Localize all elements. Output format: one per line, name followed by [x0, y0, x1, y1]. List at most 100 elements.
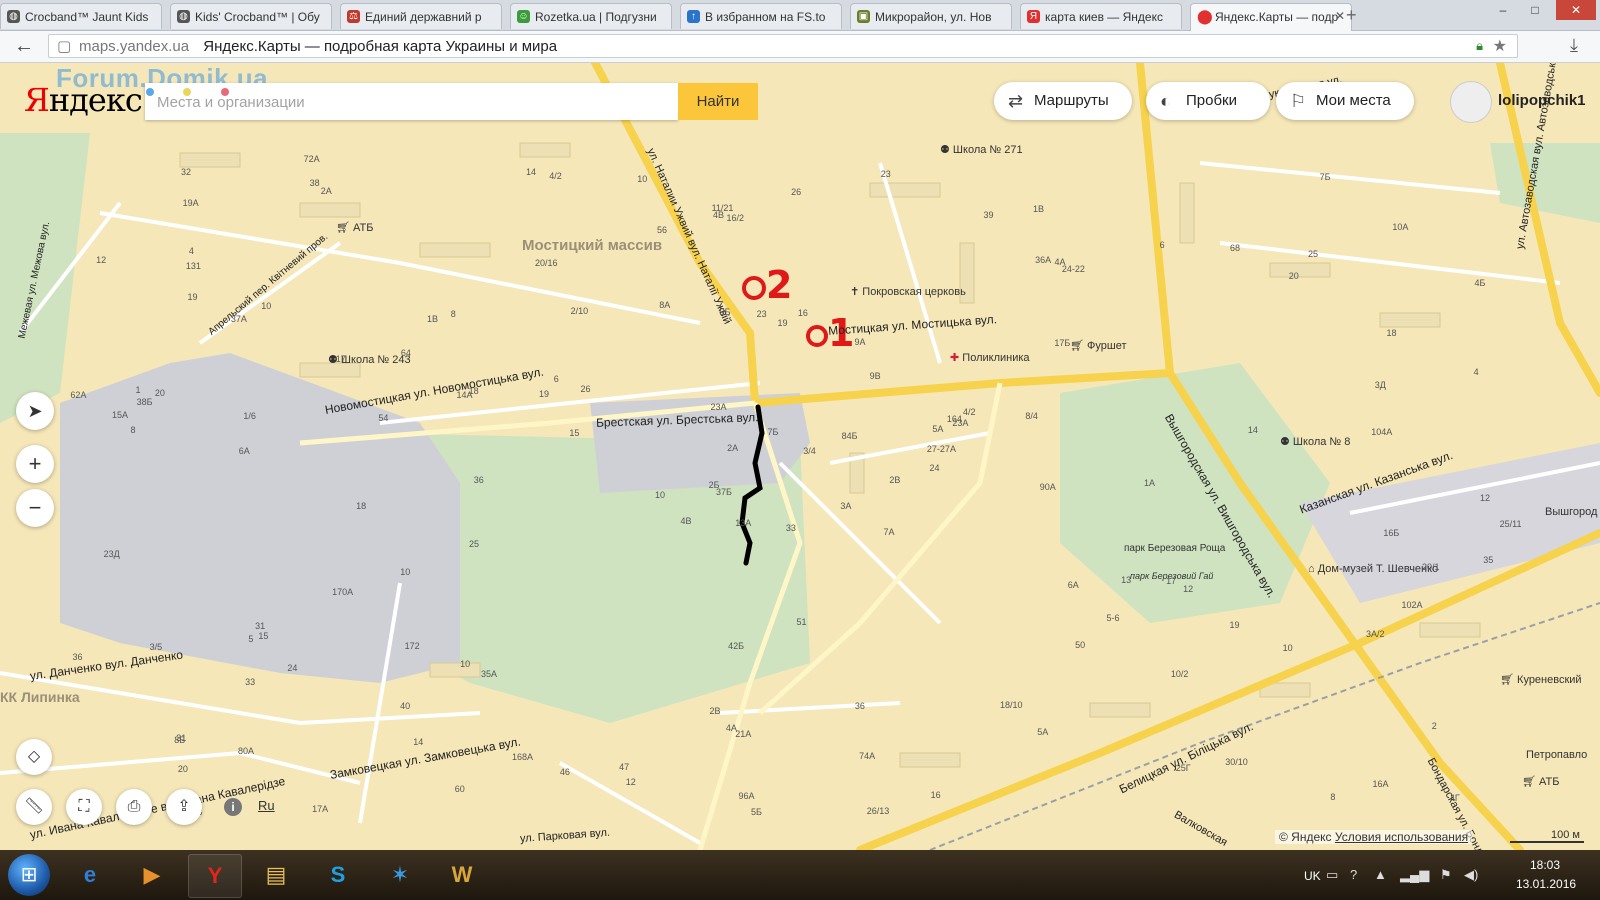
poi-petropavlo: Петропавло — [1526, 749, 1588, 761]
zoom-out-button[interactable]: − — [16, 489, 54, 527]
battle-net-icon[interactable]: ✶ — [374, 854, 426, 896]
house-number: 13 — [1121, 574, 1132, 585]
speaker-icon[interactable]: ◀) — [1464, 867, 1478, 883]
layers-icon[interactable]: ◇ — [16, 739, 52, 775]
keyboard-language[interactable]: UK — [1304, 869, 1321, 883]
house-number: 3Д — [1374, 380, 1386, 391]
house-number: 19 — [187, 291, 198, 302]
maximize-button[interactable]: □ — [1520, 0, 1550, 20]
traffic-button[interactable]: ◐ Пробки — [1146, 82, 1270, 120]
house-number: 96А — [738, 791, 755, 802]
back-arrow-icon[interactable]: ← — [14, 35, 34, 58]
poi-atb[interactable]: 🛒︎ АТБ — [336, 221, 373, 234]
house-number: 7Б — [1319, 172, 1331, 183]
locate-me-icon[interactable]: ➤ — [16, 392, 54, 430]
routes-button[interactable]: ⇄ Маршруты — [994, 82, 1132, 120]
url-host: maps.yandex.ua — [79, 38, 190, 55]
clock-date[interactable]: 13.01.2016 — [1516, 877, 1576, 891]
house-number: 24 — [929, 462, 940, 473]
annotation-number-2: 2 — [766, 263, 793, 307]
yandex-browser-icon[interactable]: Y — [188, 854, 242, 898]
lock-icon[interactable]: 🔒︎ — [1476, 38, 1483, 54]
map-view[interactable]: 2 1 Мостицкий массив Новомостицкая ул. Н… — [0, 63, 1600, 850]
clock-time[interactable]: 18:03 — [1530, 858, 1560, 872]
poi-park[interactable]: парк Березовая Роща — [1124, 543, 1225, 554]
house-number: 18 — [468, 385, 479, 396]
url-field[interactable]: ▢ maps.yandex.ua Яндекс.Карты — подробна… — [48, 34, 1518, 58]
poi-church[interactable]: ✝ Покровская церковь — [850, 285, 966, 298]
house-number: 16 — [930, 789, 941, 800]
house-number: 7А — [883, 527, 895, 538]
house-number: 25 — [1307, 249, 1318, 260]
bookmark-icon: ⚐ — [1290, 91, 1307, 111]
poi-school-8[interactable]: ⚉ Школа № 8 — [1280, 435, 1350, 448]
skype-icon[interactable]: S — [312, 854, 364, 896]
house-number: 6 — [553, 374, 559, 385]
flag-icon[interactable]: ⚑ — [1440, 867, 1452, 883]
browser-tab[interactable]: ▣ Микрорайон, ул. Нов — [850, 3, 1012, 29]
search-button[interactable]: Найти — [678, 83, 758, 120]
house-number: 24 — [287, 663, 298, 674]
house-number: 12 — [1480, 492, 1491, 503]
avatar[interactable] — [1450, 81, 1492, 123]
internet-explorer-icon[interactable]: e — [64, 854, 116, 896]
info-icon[interactable]: i — [224, 798, 242, 816]
house-number: 74А — [859, 751, 876, 761]
poi-kurenevsky[interactable]: 🛒︎ Куреневский — [1500, 673, 1582, 686]
download-icon[interactable]: ⤓ — [1570, 35, 1578, 56]
share-icon[interactable]: ⇪ — [166, 789, 202, 825]
browser-tab[interactable]: Я карта киев — Яндекс — [1020, 3, 1182, 29]
browser-tab[interactable]: ↑ В избранном на FS.to — [680, 3, 842, 29]
house-number: 172 — [404, 641, 420, 652]
terms-link[interactable]: Условия использования — [1335, 830, 1468, 844]
house-number: 18/10 — [1000, 700, 1023, 711]
zoom-in-button[interactable]: + — [16, 445, 54, 483]
username[interactable]: lolipopchik1 — [1498, 92, 1586, 109]
windows-start-icon[interactable]: ⊞ — [8, 854, 50, 896]
my-places-button[interactable]: ⚐ Мои места — [1276, 82, 1414, 120]
house-number: 18 — [356, 501, 367, 512]
house-number: 23 — [880, 168, 891, 179]
poi-school-271[interactable]: ⚉ Школа № 271 — [940, 143, 1023, 156]
monitor-icon[interactable]: ▭ — [1326, 867, 1338, 883]
poi-furshet[interactable]: 🛒︎ Фуршет — [1070, 339, 1127, 352]
house-number: 38Б — [136, 396, 153, 407]
close-tab-icon[interactable]: ✕ — [1335, 9, 1345, 23]
new-tab-button[interactable]: + — [1346, 5, 1357, 26]
house-number: 36 — [854, 701, 865, 712]
file-explorer-icon[interactable]: ▤ — [250, 854, 302, 896]
house-number: 54 — [378, 412, 389, 423]
district-lipinka: КК Липинка — [0, 689, 80, 705]
print-icon[interactable]: ⎙ — [116, 789, 152, 825]
arrow-up-icon[interactable]: ▲ — [1374, 867, 1387, 882]
world-of-warcraft-icon[interactable]: W — [436, 854, 488, 896]
house-number: 62А — [70, 390, 87, 401]
browser-tab[interactable]: ◍ Crocband™ Jaunt Kids — [0, 3, 162, 29]
traffic-icon: ◐ — [1160, 91, 1171, 111]
shopping-cart-icon: 🛒︎ — [1522, 776, 1540, 788]
network-icon[interactable]: ▂▄▆ — [1400, 867, 1429, 883]
ruler-icon[interactable]: 📏︎ — [16, 789, 52, 825]
bookmark-star-icon[interactable]: ★ — [1493, 36, 1507, 56]
help-icon[interactable]: ? — [1350, 867, 1357, 882]
browser-tab[interactable]: ☺ Rozetka.ua | Подгузни — [510, 3, 672, 29]
house-number: 10 — [460, 658, 471, 669]
poi-polyclinic[interactable]: ✚ Поликлиника — [950, 351, 1030, 364]
house-number: 24-22 — [1061, 264, 1085, 275]
browser-tab[interactable]: ⚖ Единий державний р — [340, 3, 502, 29]
browser-tab-active[interactable]: ⬤ Яндекс.Карты — подр ✕ — [1190, 3, 1352, 31]
minimize-button[interactable]: – — [1488, 0, 1518, 20]
close-window-button[interactable]: ✕ — [1556, 0, 1596, 20]
house-number: 15 — [258, 630, 269, 641]
language-switch[interactable]: Ru — [258, 798, 275, 813]
media-player-icon[interactable]: ▶ — [126, 854, 178, 896]
poi-atb[interactable]: 🛒︎ АТБ — [1522, 775, 1559, 788]
poi-museum[interactable]: ⌂ Дом-музей Т. Шевченко — [1308, 563, 1438, 575]
house-number: 35А — [480, 668, 497, 679]
house-number: 1В — [1033, 203, 1045, 214]
search-input[interactable]: Места и организации — [145, 83, 678, 120]
panorama-icon[interactable]: ⛶ — [66, 789, 102, 825]
yandex-logo[interactable]: Яндекс — [24, 81, 143, 119]
house-number: 25/11 — [1499, 519, 1522, 530]
browser-tab[interactable]: ◍ Kids' Crocband™ | Обу — [170, 3, 332, 29]
